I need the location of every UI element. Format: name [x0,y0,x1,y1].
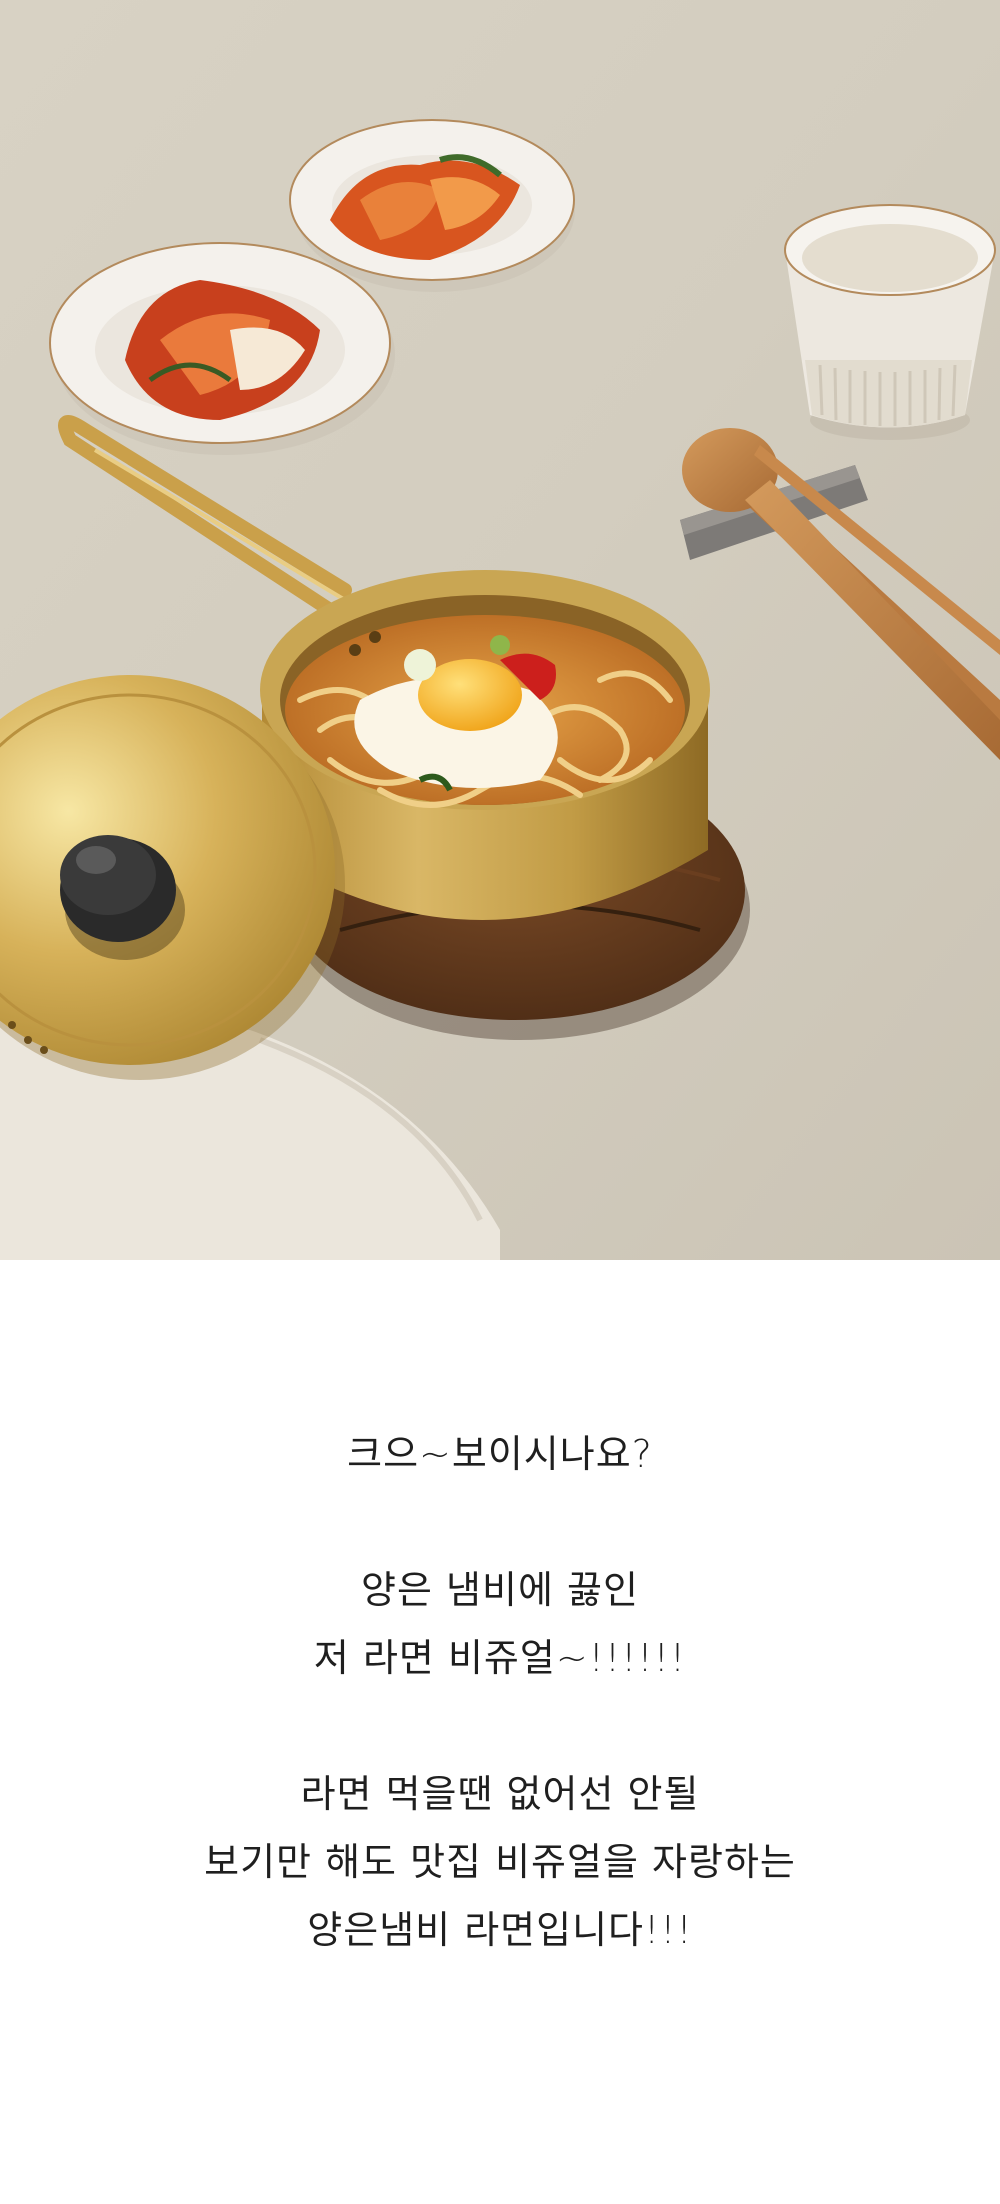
cup [784,204,996,440]
description-copy: 크으~보이시나요? 양은 냄비에 끓인 저 라면 비쥬얼~!!!!!! 라면 먹… [0,1420,1000,1964]
copy-line: 양은냄비 라면입니다!!! [307,1908,693,1952]
copy-line: 보기만 해도 맛집 비쥬얼을 자랑하는 [204,1840,796,1884]
copy-line: 양은 냄비에 끓인 [361,1568,639,1612]
copy-line: 저 라면 비쥬얼~!!!!!! [313,1636,687,1680]
copy-line: 크으~보이시나요? [347,1432,653,1476]
copy-line: 라면 먹을땐 없어선 안될 [300,1772,700,1816]
product-photo [0,0,1000,1260]
kimchi-plate-front [49,242,395,455]
detail-page: 크으~보이시나요? 양은 냄비에 끓인 저 라면 비쥬얼~!!!!!! 라면 먹… [0,0,1000,2204]
